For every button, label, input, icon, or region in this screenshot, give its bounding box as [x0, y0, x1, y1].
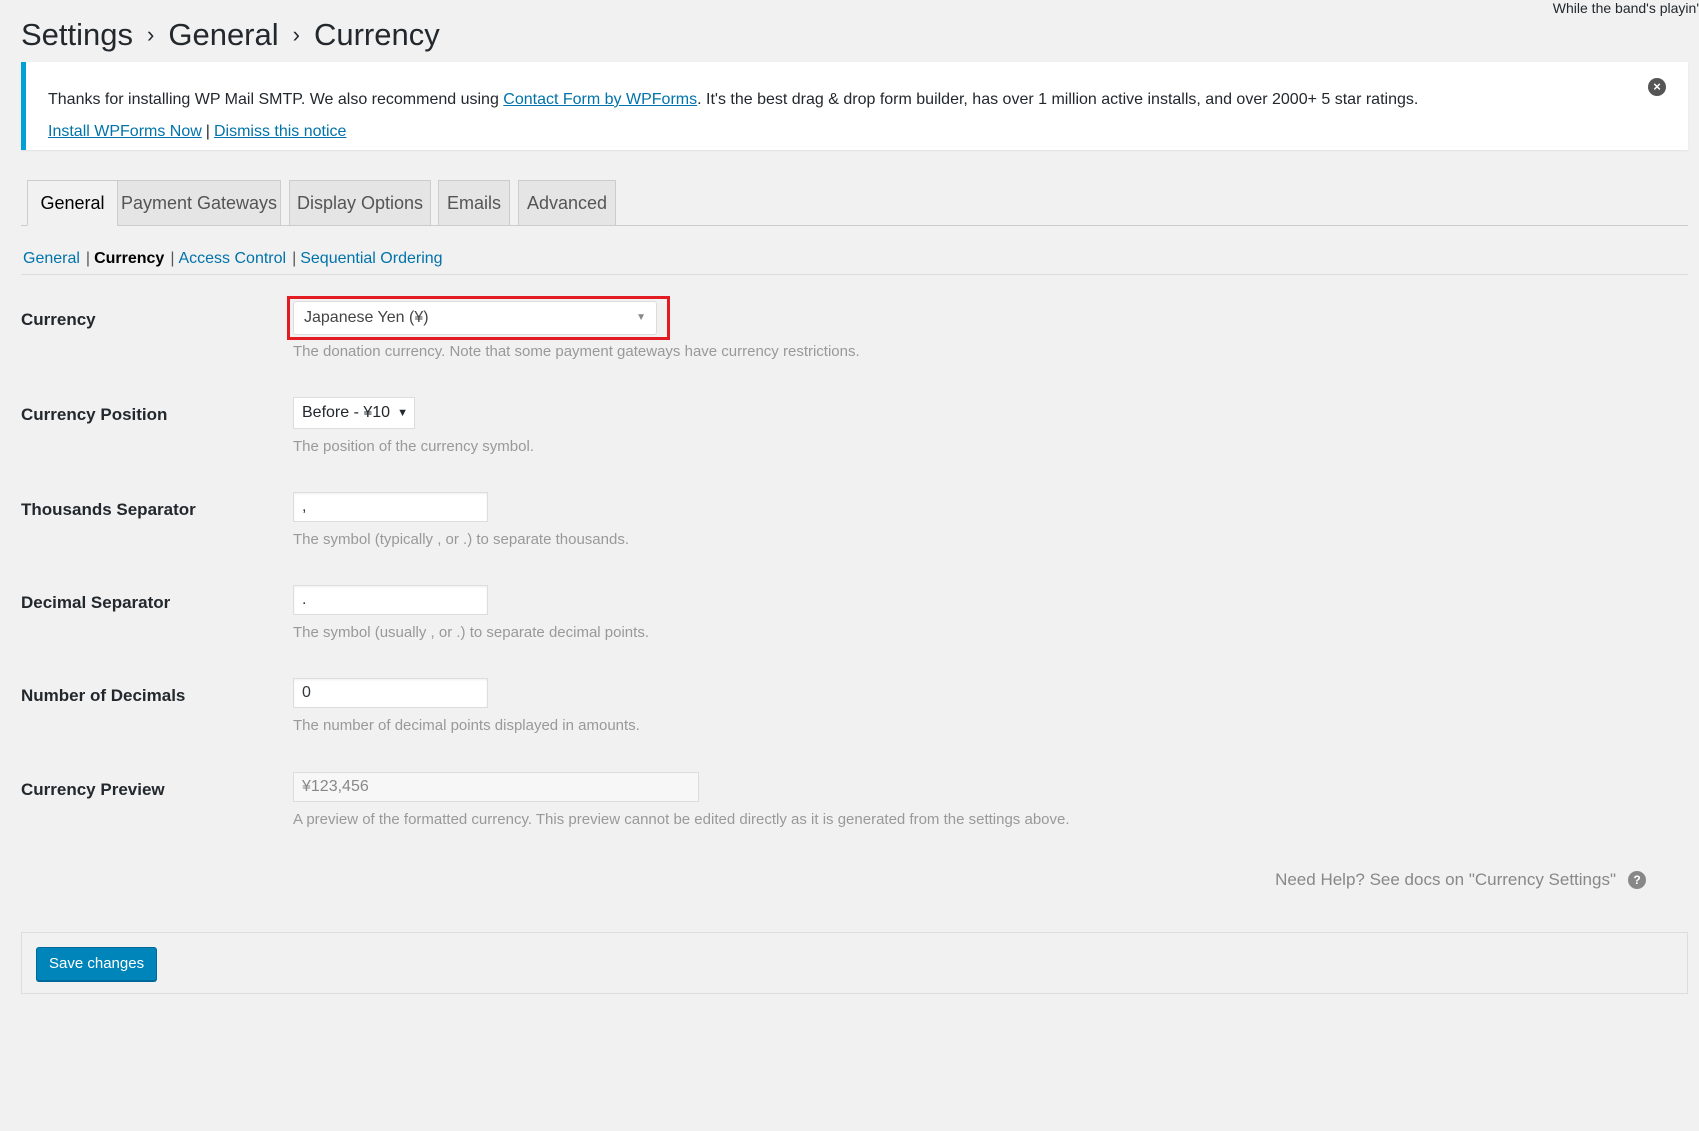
currency-select[interactable]: Japanese Yen (¥) ▼ — [293, 301, 657, 335]
tab-payment-gateways[interactable]: Payment Gateways — [117, 180, 281, 226]
subnav-separator: | — [170, 250, 175, 267]
install-wpforms-link[interactable]: Install WPForms Now — [48, 123, 202, 140]
number-of-decimals-input[interactable]: 0 — [293, 678, 488, 708]
dismiss-notice-link[interactable]: Dismiss this notice — [214, 123, 346, 140]
breadcrumb-currency: Currency — [313, 17, 440, 52]
breadcrumb-settings[interactable]: Settings — [21, 17, 133, 53]
notice-separator: | — [205, 123, 210, 140]
notice-actions: Install WPForms Now | Dismiss this notice — [48, 116, 1628, 148]
number-of-decimals-label: Number of Decimals — [21, 686, 186, 705]
currency-position-value: Before - ¥10 — [302, 404, 391, 421]
thousands-separator-input[interactable]: , — [293, 492, 488, 522]
subnav-separator: | — [85, 250, 91, 267]
footer-actions: Save changes — [21, 932, 1688, 994]
currency-select-value: Japanese Yen (¥) — [304, 309, 429, 326]
save-changes-button[interactable]: Save changes — [36, 947, 158, 981]
subnav-access-control[interactable]: Access Control — [178, 250, 286, 267]
tab-display-options[interactable]: Display Options — [289, 180, 431, 226]
help-icon[interactable]: ? — [1628, 871, 1646, 889]
currency-preview-label: Currency Preview — [21, 780, 165, 799]
help-link[interactable]: Need Help? See docs on "Currency Setting… — [1275, 870, 1646, 890]
breadcrumb-general[interactable]: General — [168, 17, 278, 53]
divider — [21, 274, 1688, 275]
decimal-separator-description: The symbol (usually , or .) to separate … — [293, 624, 649, 641]
wpforms-notice: Thanks for installing WP Mail SMTP. We a… — [21, 62, 1688, 150]
subnav-separator: | — [292, 250, 297, 267]
currency-label: Currency — [21, 310, 96, 329]
settings-tabs: General Payment Gateways Display Options… — [21, 180, 1688, 226]
contact-form-link[interactable]: Contact Form by WPForms — [503, 91, 697, 108]
tab-general[interactable]: General — [27, 180, 118, 226]
currency-preview-description: A preview of the formatted currency. Thi… — [293, 811, 1070, 828]
sub-navigation: General | Currency | Access Control | Sequenti… — [23, 250, 443, 268]
settings-page: Settings › General › Currency Thanks for… — [21, 14, 1688, 994]
notice-message: Thanks for installing WP Mail SMTP. We a… — [48, 84, 1628, 116]
currency-preview-field: ¥123,456 — [293, 772, 699, 802]
currency-position-label: Currency Position — [21, 405, 168, 424]
notice-text-after: . It's the best drag & drop form builder… — [697, 91, 1419, 108]
thousands-separator-label: Thousands Separator — [21, 500, 196, 519]
subnav-sequential-ordering[interactable]: Sequential Ordering — [300, 250, 442, 267]
decimal-separator-input[interactable]: . — [293, 585, 488, 615]
notice-text: Thanks for installing WP Mail SMTP. We a… — [48, 91, 504, 108]
chevron-right-icon: › — [292, 22, 300, 47]
help-text[interactable]: Need Help? See docs on "Currency Setting… — [1275, 870, 1616, 890]
breadcrumb: Settings › General › Currency — [21, 14, 1688, 56]
subnav-currency: Currency — [94, 250, 165, 267]
chevron-right-icon: › — [147, 22, 155, 47]
caret-down-icon: ▼ — [636, 312, 646, 323]
currency-position-select[interactable]: Before - ¥10 ▼ — [293, 397, 415, 429]
caret-down-icon: ▼ — [397, 407, 408, 419]
subnav-general[interactable]: General — [23, 250, 80, 267]
decimal-separator-label: Decimal Separator — [21, 593, 171, 612]
close-icon[interactable]: × — [1648, 78, 1666, 96]
tab-advanced[interactable]: Advanced — [518, 180, 616, 226]
thousands-separator-description: The symbol (typically , or .) to separat… — [293, 531, 629, 548]
currency-description: The donation currency. Note that some pa… — [293, 343, 860, 360]
tab-emails[interactable]: Emails — [438, 180, 510, 226]
currency-position-description: The position of the currency symbol. — [293, 438, 534, 455]
number-of-decimals-description: The number of decimal points displayed i… — [293, 717, 640, 734]
